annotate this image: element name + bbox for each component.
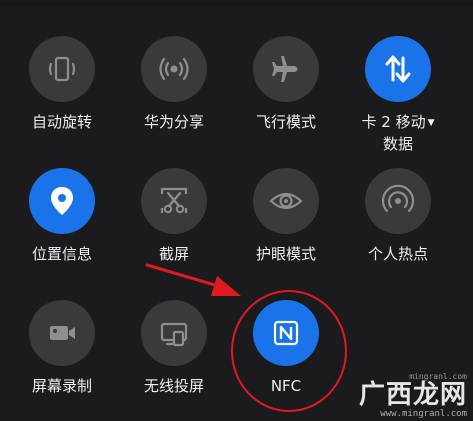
- tile-label: 卡 2 移动 ▼: [342, 112, 454, 134]
- tile-label: 飞行模式: [255, 113, 316, 131]
- tile-label: 个人热点: [367, 245, 428, 263]
- tile-airplane-mode[interactable]: 飞行模式: [230, 36, 342, 133]
- location-pin-icon: [51, 187, 73, 215]
- status-bar-edge: [0, 0, 473, 6]
- tile-screenshot[interactable]: 截屏: [118, 168, 230, 265]
- tile-huawei-share[interactable]: 华为分享: [118, 36, 230, 133]
- screen-record-toggle[interactable]: [29, 300, 95, 366]
- tile-label: 无线投屏: [143, 377, 204, 395]
- watermark-url: www.mingranl.com: [380, 409, 467, 419]
- tile-hotspot[interactable]: 个人热点: [342, 168, 454, 265]
- tile-mobile-data[interactable]: 卡 2 移动 ▼ 数据: [342, 36, 454, 155]
- quick-settings-panel: 自动旋转 华为分享 飞行模式 卡 2 移动 ▼ 数据 位置信息 截屏 护眼模式 …: [0, 0, 473, 421]
- scissors-icon: [160, 187, 188, 214]
- tile-label: 位置信息: [31, 245, 92, 263]
- tile-location[interactable]: 位置信息: [6, 168, 118, 265]
- rotate-icon: [48, 56, 76, 82]
- watermark-logo-text: 广西龙网: [358, 380, 467, 410]
- watermark: mingranl.com 广西龙网 www.mingranl.com: [359, 372, 467, 419]
- tile-screen-record[interactable]: 屏幕录制: [6, 300, 118, 397]
- wireless-projection-toggle[interactable]: [141, 300, 207, 366]
- data-arrows-icon: [385, 55, 411, 83]
- hotspot-toggle[interactable]: [365, 168, 431, 234]
- screenshot-toggle[interactable]: [141, 168, 207, 234]
- auto-rotate-toggle[interactable]: [29, 36, 95, 102]
- eye-comfort-toggle[interactable]: [253, 168, 319, 234]
- video-camera-icon: [50, 326, 75, 340]
- airplane-mode-toggle[interactable]: [253, 36, 319, 102]
- mobile-data-toggle[interactable]: [365, 36, 431, 102]
- tile-label: 华为分享: [143, 113, 204, 131]
- huawei-share-toggle[interactable]: [141, 36, 207, 102]
- annotation-circle: [231, 290, 347, 412]
- eye-icon: [269, 192, 303, 210]
- hotspot-icon: [381, 184, 415, 213]
- share-signal-icon: [159, 57, 189, 81]
- tile-label: 自动旋转: [31, 113, 92, 131]
- airplane-icon: [272, 56, 298, 82]
- location-toggle[interactable]: [29, 168, 95, 234]
- tile-label-line1: 卡 2 移动: [361, 113, 426, 131]
- tile-wireless-projection[interactable]: 无线投屏: [118, 300, 230, 397]
- tile-label: 护眼模式: [255, 245, 316, 263]
- tile-eye-comfort[interactable]: 护眼模式: [230, 168, 342, 265]
- tile-label-line2: 数据: [382, 135, 413, 153]
- tile-label: 屏幕录制: [31, 377, 92, 395]
- cast-screen-icon: [160, 322, 188, 347]
- annotation-arrow-icon: [145, 263, 241, 296]
- tile-auto-rotate[interactable]: 自动旋转: [6, 36, 118, 133]
- dropdown-caret-icon[interactable]: ▼: [428, 118, 435, 128]
